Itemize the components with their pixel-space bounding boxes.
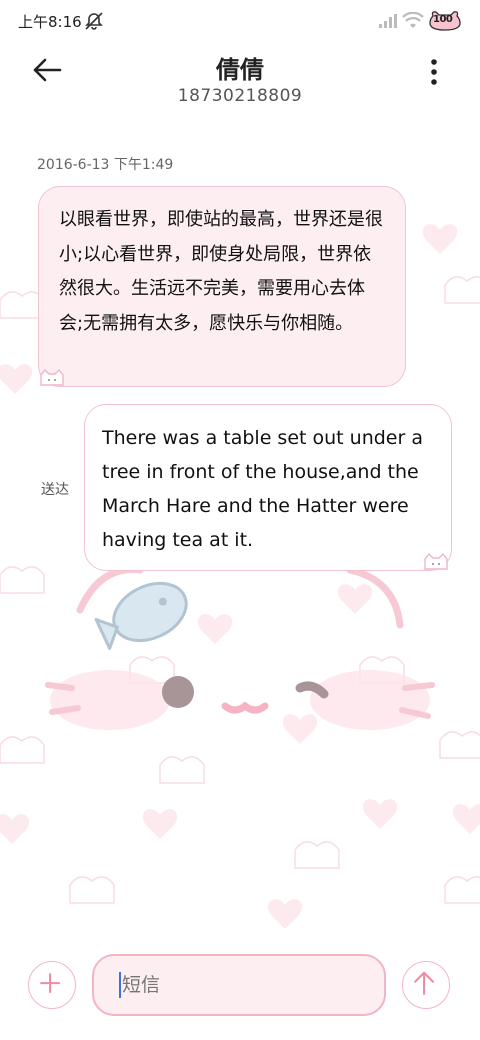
received-message-text: 以眼看世界，即使站的最高，世界还是很小;以心看世界，即使身处局限，世界依然很大。… <box>59 209 383 334</box>
message-composer <box>0 950 480 1030</box>
message-timestamp: 2016-6-13 下午1:49 <box>37 157 174 173</box>
status-bar: 上午8:16 100 <box>0 0 480 40</box>
arrow-up-icon <box>414 971 435 995</box>
received-message-bubble[interactable]: 以眼看世界，即使站的最高，世界还是很小;以心看世界，即使身处局限，世界依然很大。… <box>38 186 406 387</box>
status-time: 上午8:16 <box>18 13 82 31</box>
send-button[interactable] <box>402 961 450 1009</box>
sent-message-text: There was a table set out under a tree i… <box>102 427 423 551</box>
conversation-header: 倩倩 18730218809 <box>0 40 480 120</box>
sms-input[interactable] <box>92 954 386 1016</box>
add-attachment-button[interactable] <box>28 961 76 1009</box>
cat-sticker-icon <box>424 553 448 570</box>
contact-phone-number: 18730218809 <box>177 86 303 106</box>
delivery-status: 送达 <box>41 482 69 498</box>
bell-off-icon <box>85 12 103 30</box>
cat-sticker-icon <box>40 369 64 386</box>
sent-message-bubble[interactable]: There was a table set out under a tree i… <box>84 404 452 571</box>
text-cursor <box>119 972 121 998</box>
wifi-icon <box>402 12 424 28</box>
plus-icon <box>40 973 61 994</box>
signal-icon <box>379 14 397 28</box>
more-vertical-icon[interactable] <box>420 54 448 90</box>
battery-level: 100 <box>433 14 453 25</box>
contact-name: 倩倩 <box>216 56 264 84</box>
